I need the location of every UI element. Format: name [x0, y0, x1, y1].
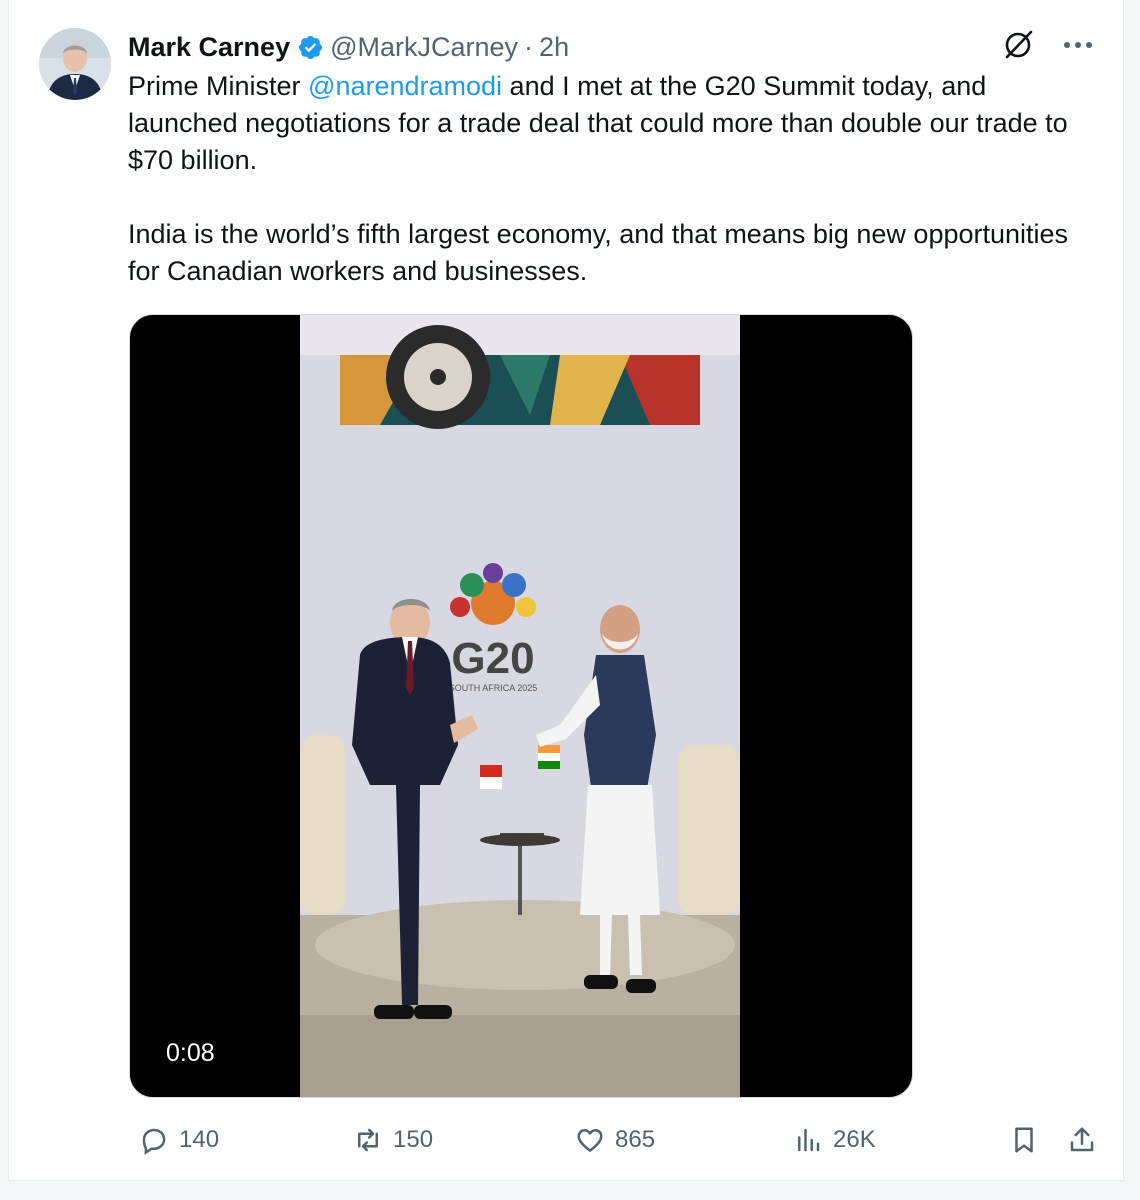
more-button[interactable]	[1059, 26, 1097, 64]
post-paragraph-2: India is the world’s fifth largest econo…	[128, 219, 1069, 286]
video-duration: 0:08	[166, 1039, 215, 1067]
text-prefix: Prime Minister	[128, 71, 309, 101]
reply-count: 140	[179, 1126, 220, 1153]
post-time[interactable]: 2h	[539, 32, 569, 63]
views-icon	[798, 1128, 820, 1152]
post-card[interactable]: Mark Carney @MarkJCarney · 2h Prime Mini…	[8, 0, 1124, 1181]
grok-button[interactable]	[999, 26, 1037, 64]
bookmark-icon	[1015, 1127, 1033, 1153]
verified-badge-icon	[299, 35, 323, 59]
more-icon	[1064, 42, 1092, 48]
post-paragraph-1: Prime Minister @narendramodi and I met a…	[128, 68, 1088, 179]
mention-link[interactable]: @narendramodi	[308, 71, 502, 101]
bookmark-button[interactable]	[1009, 1118, 1039, 1162]
author-handle[interactable]: @MarkJCarney	[330, 32, 518, 63]
reply-button[interactable]: 140	[139, 1118, 219, 1162]
post-actions-bar: 140 150 865 26K	[129, 1118, 1099, 1162]
post-top-actions	[999, 26, 1097, 64]
g20-logo-subtext: SOUTH AFRICA 2025	[449, 683, 538, 693]
repost-icon	[358, 1128, 378, 1152]
g20-logo-text: G20	[451, 634, 534, 683]
share-icon	[1070, 1127, 1094, 1152]
like-button[interactable]: 865	[575, 1118, 655, 1162]
video-frame[interactable]: G20 SOUTH AFRICA 2025	[300, 315, 740, 1097]
views-count: 26K	[833, 1126, 876, 1153]
repost-button[interactable]: 150	[353, 1118, 433, 1162]
post-header: Mark Carney @MarkJCarney · 2h	[128, 30, 569, 64]
video-player[interactable]: G20 SOUTH AFRICA 2025 0:08	[129, 314, 913, 1098]
share-button[interactable]	[1067, 1118, 1097, 1162]
like-count: 865	[615, 1126, 656, 1153]
author-name[interactable]: Mark Carney	[128, 32, 290, 63]
post-text: Prime Minister @narendramodi and I met a…	[128, 68, 1088, 290]
like-icon	[577, 1129, 603, 1152]
reply-icon	[142, 1128, 166, 1155]
avatar[interactable]	[39, 28, 111, 100]
views-button[interactable]: 26K	[793, 1118, 876, 1162]
grok-icon	[1005, 30, 1033, 59]
repost-count: 150	[393, 1126, 434, 1153]
separator-dot: ·	[524, 31, 534, 62]
